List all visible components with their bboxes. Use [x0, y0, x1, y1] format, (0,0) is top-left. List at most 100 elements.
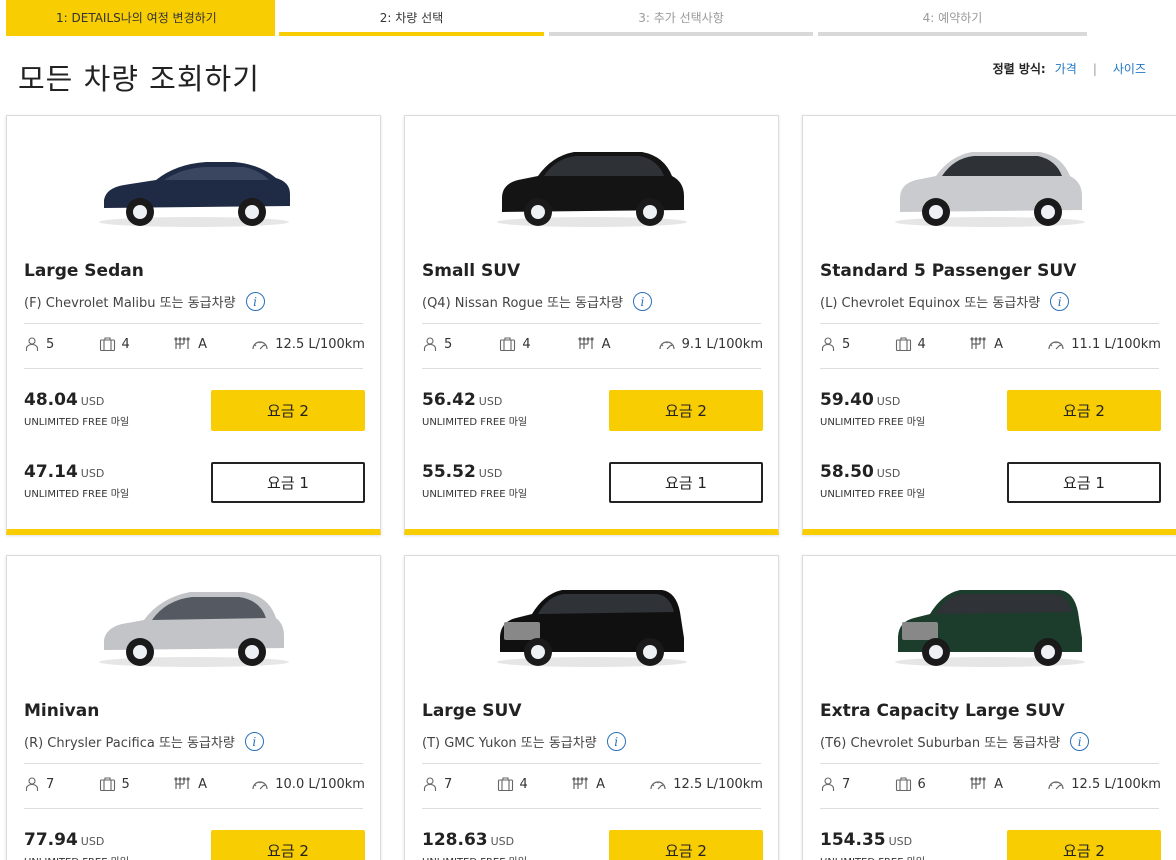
sort-by-price-link[interactable]: 가격 [1055, 60, 1077, 77]
passengers-spec: 5 [24, 336, 54, 352]
price-currency: USD [888, 835, 913, 848]
vehicle-specs: 5 4 A 9.1 L/100km [422, 336, 763, 352]
info-icon[interactable]: i [244, 732, 264, 751]
transmission-value: A [601, 336, 611, 352]
rate-2-row: 56.42 USD UNLIMITED FREE 마일 요금 2 [422, 390, 763, 431]
vehicle-card[interactable]: Small SUV (Q4) Nissan Rogue 또는 동급차량 i 5 … [404, 115, 779, 535]
vehicle-name: Extra Capacity Large SUV [820, 701, 1065, 721]
price-currency: USD [478, 467, 503, 480]
person-icon [422, 336, 438, 352]
vehicle-model: (F) Chevrolet Malibu 또는 동급차량 i [24, 292, 265, 311]
price-amount: 154.35 [820, 830, 886, 850]
mileage-note: UNLIMITED FREE 마일 [24, 417, 130, 428]
vehicle-image [7, 116, 380, 251]
passengers-spec: 7 [24, 776, 54, 792]
vehicle-specs: 7 4 A 12.5 L/100km [422, 776, 763, 792]
select-rate-2-button[interactable]: 요금 2 [609, 830, 763, 860]
divider [820, 763, 1159, 764]
divider [422, 323, 761, 324]
fuel-value: 11.1 L/100km [1071, 336, 1161, 352]
gearshift-icon [578, 336, 596, 352]
transmission-spec: A [572, 776, 605, 792]
price-currency: USD [876, 467, 901, 480]
select-rate-2-button[interactable]: 요금 2 [1007, 830, 1161, 860]
info-icon[interactable]: i [1070, 732, 1090, 751]
price-currency: USD [490, 835, 515, 848]
select-rate-2-button[interactable]: 요금 2 [1007, 390, 1161, 431]
luggage-spec: 4 [99, 336, 130, 352]
price-currency: USD [80, 395, 105, 408]
step-4: 4: 예약하기 [818, 0, 1087, 36]
vehicle-card[interactable]: Extra Capacity Large SUV (T6) Chevrolet … [802, 555, 1176, 860]
vehicle-card[interactable]: Minivan (R) Chrysler Pacifica 또는 동급차량 i … [6, 555, 381, 860]
speedometer-icon [649, 776, 667, 792]
fuel-value: 10.0 L/100km [275, 776, 365, 792]
vehicle-model-text: (F) Chevrolet Malibu 또는 동급차량 [24, 296, 236, 311]
luggage-spec: 4 [497, 776, 528, 792]
divider [24, 763, 363, 764]
rate-2-price: 128.63USD UNLIMITED FREE 마일 [422, 830, 527, 860]
select-rate-2-button[interactable]: 요금 2 [211, 390, 365, 431]
step-1[interactable]: 1: DETAILS나의 여정 변경하기 [6, 0, 275, 36]
info-icon[interactable]: i [245, 292, 265, 311]
price-amount: 58.50 [820, 462, 874, 482]
passengers-value: 7 [444, 776, 453, 792]
gearshift-icon [174, 776, 192, 792]
gearshift-icon [970, 336, 988, 352]
luggage-value: 5 [121, 776, 130, 792]
rate-2-row: 154.35USD UNLIMITED FREE 마일 요금 2 [820, 830, 1161, 860]
passengers-spec: 5 [820, 336, 850, 352]
select-rate-2-button[interactable]: 요금 2 [211, 830, 365, 860]
sort-by-size-link[interactable]: 사이즈 [1113, 60, 1146, 77]
select-rate-1-button[interactable]: 요금 1 [609, 462, 763, 503]
person-icon [820, 336, 836, 352]
fuel-spec: 12.5 L/100km [251, 336, 365, 352]
step-2[interactable]: 2: 차량 선택 [279, 0, 544, 36]
transmission-spec: A [578, 336, 611, 352]
price-currency: USD [876, 395, 901, 408]
rate-2-row: 128.63USD UNLIMITED FREE 마일 요금 2 [422, 830, 763, 860]
vehicle-card[interactable]: Large SUV (T) GMC Yukon 또는 동급차량 i 7 4 A … [404, 555, 779, 860]
progress-stepper: 1: DETAILS나의 여정 변경하기 2: 차량 선택 3: 추가 선택사항… [6, 0, 1088, 36]
fuel-spec: 12.5 L/100km [649, 776, 763, 792]
divider [820, 808, 1159, 809]
luggage-icon [499, 336, 516, 352]
passengers-spec: 5 [422, 336, 452, 352]
info-icon[interactable]: i [632, 292, 652, 311]
fuel-value: 9.1 L/100km [681, 336, 763, 352]
transmission-value: A [994, 336, 1003, 352]
person-icon [422, 776, 438, 792]
speedometer-icon [1047, 776, 1065, 792]
info-icon[interactable]: i [606, 732, 626, 751]
luggage-icon [497, 776, 514, 792]
rate-2-price: 59.40 USD UNLIMITED FREE 마일 [820, 390, 925, 428]
passengers-value: 5 [46, 336, 55, 352]
vehicle-model-text: (Q4) Nissan Rogue 또는 동급차량 [422, 296, 623, 311]
vehicle-image [803, 556, 1176, 691]
vehicle-card[interactable]: Standard 5 Passenger SUV (L) Chevrolet E… [802, 115, 1176, 535]
luggage-value: 6 [917, 776, 926, 792]
vehicle-model: (L) Chevrolet Equinox 또는 동급차량 i [820, 292, 1070, 311]
vehicle-card[interactable]: Large Sedan (F) Chevrolet Malibu 또는 동급차량… [6, 115, 381, 535]
rate-1-row: 58.50 USD UNLIMITED FREE 마일 요금 1 [820, 462, 1161, 503]
vehicle-image [405, 116, 778, 251]
select-rate-1-button[interactable]: 요금 1 [1007, 462, 1161, 503]
vehicle-model: (Q4) Nissan Rogue 또는 동급차량 i [422, 292, 652, 311]
person-icon [24, 336, 40, 352]
price-amount: 77.94 [24, 830, 78, 850]
luggage-spec: 5 [99, 776, 130, 792]
select-rate-1-button[interactable]: 요금 1 [211, 462, 365, 503]
fuel-value: 12.5 L/100km [673, 776, 763, 792]
mileage-note: UNLIMITED FREE 마일 [820, 417, 926, 428]
mileage-note: UNLIMITED FREE 마일 [820, 853, 925, 860]
info-icon[interactable]: i [1050, 292, 1070, 311]
price-currency: USD [80, 467, 105, 480]
rate-2-price: 77.94USD UNLIMITED FREE 마일 [24, 830, 129, 860]
select-rate-2-button[interactable]: 요금 2 [609, 390, 763, 431]
vehicle-name: Small SUV [422, 261, 521, 281]
sort-controls: 정렬 방식: 가격 | 사이즈 [993, 60, 1146, 77]
passengers-value: 7 [46, 776, 55, 792]
vehicle-name: Standard 5 Passenger SUV [820, 261, 1077, 281]
gearshift-icon [970, 776, 988, 792]
vehicle-model: (R) Chrysler Pacifica 또는 동급차량 i [24, 732, 264, 751]
